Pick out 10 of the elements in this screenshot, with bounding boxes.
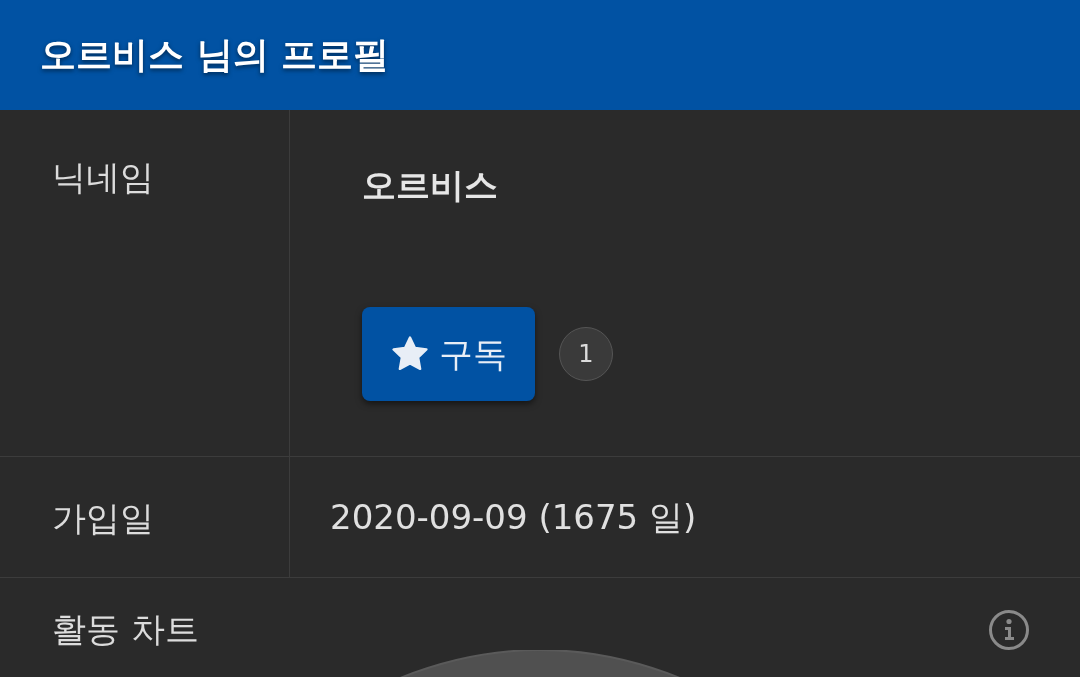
info-icon[interactable] <box>988 608 1030 651</box>
field-label: 닉네임 <box>52 156 155 199</box>
subscribe-button[interactable]: 구독 <box>362 307 535 401</box>
section-title: 활동 차트 <box>52 608 199 651</box>
star-icon <box>390 336 429 372</box>
join-date: 2020-09-09 (1675 일) <box>330 495 697 539</box>
field-label: 가입일 <box>52 497 155 540</box>
subscriber-count-badge: 1 <box>559 327 613 381</box>
page-title: 오르비스 님의 프로필 <box>40 33 390 77</box>
nickname: 오르비스 <box>362 164 499 207</box>
